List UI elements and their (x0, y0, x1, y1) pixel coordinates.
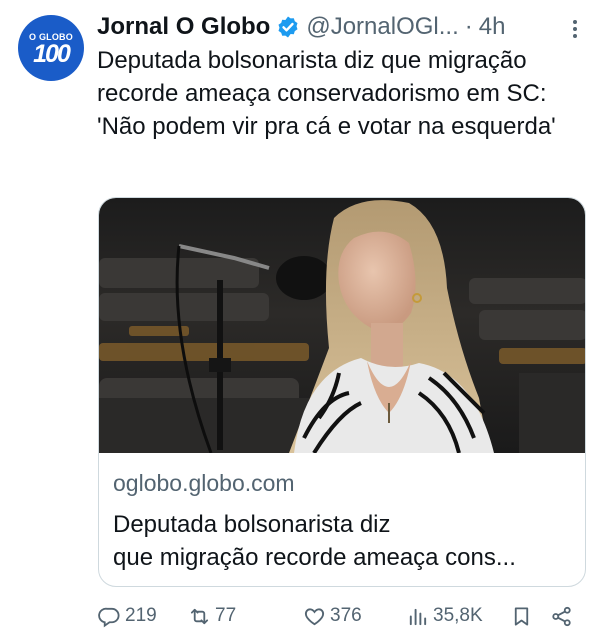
retweet-button[interactable]: 77 (188, 598, 236, 634)
like-icon (304, 607, 325, 625)
tweet-actions: 219 77 376 35,8K (98, 598, 588, 634)
more-options-icon[interactable] (572, 20, 578, 38)
author-name[interactable]: Jornal O Globo (97, 13, 270, 41)
retweet-count: 77 (215, 605, 237, 626)
card-domain: oglobo.globo.com (113, 470, 295, 496)
avatar-number: 100 (33, 40, 71, 68)
reply-count: 219 (125, 605, 157, 626)
bookmark-button[interactable] (510, 598, 537, 634)
views-button[interactable]: 35,8K (406, 598, 483, 634)
share-icon (552, 606, 571, 626)
avatar[interactable]: O GLOBO 100 (18, 15, 84, 81)
link-card[interactable]: oglobo.globo.com Deputada bolsonarista d… (98, 197, 586, 587)
retweet-icon (190, 608, 209, 624)
share-button[interactable] (550, 598, 577, 634)
author-handle[interactable]: @JornalOGl... (306, 13, 458, 41)
tweet-timestamp[interactable]: 4h (479, 13, 506, 41)
tweet-header: Jornal O Globo @JornalOGl... · 4h (97, 10, 592, 44)
card-title-line-2: que migração recorde ameaça cons... (113, 544, 516, 571)
reply-icon (98, 607, 120, 627)
views-count: 35,8K (433, 605, 483, 626)
bookmark-icon (514, 606, 529, 626)
like-button[interactable]: 376 (303, 598, 362, 634)
card-title: Deputada bolsonarista diz que migração r… (113, 508, 573, 574)
verified-badge-icon (278, 16, 298, 38)
card-title-line-1: Deputada bolsonarista diz (113, 511, 391, 538)
tweet-text: Deputada bolsonarista diz que migração r… (97, 47, 556, 140)
separator-dot: · (464, 13, 473, 40)
like-count: 376 (330, 605, 362, 626)
reply-button[interactable]: 219 (98, 598, 157, 634)
views-icon (409, 608, 427, 625)
article-photo[interactable] (99, 198, 586, 453)
